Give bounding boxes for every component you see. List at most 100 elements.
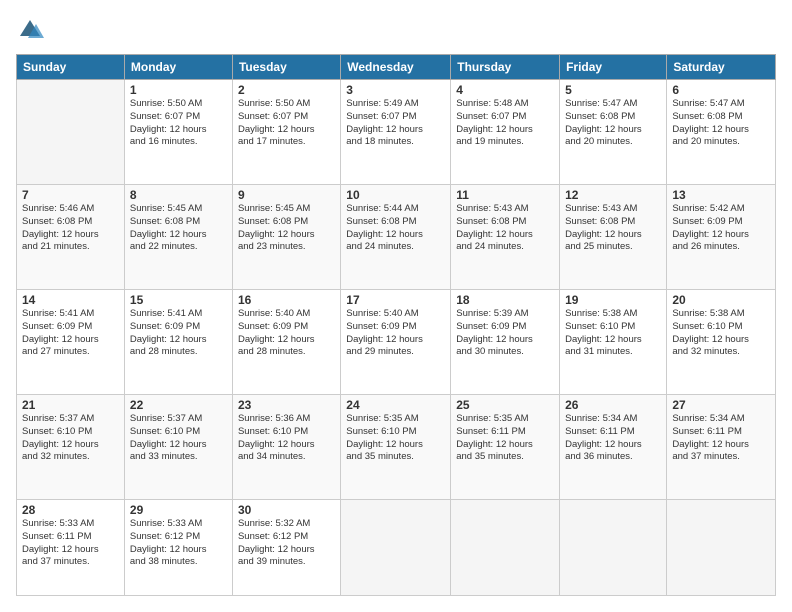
day-number: 27: [672, 398, 770, 412]
calendar-cell: [667, 499, 776, 595]
day-number: 29: [130, 503, 227, 517]
day-info: Sunrise: 5:41 AM Sunset: 6:09 PM Dayligh…: [22, 308, 119, 359]
calendar-cell: 20Sunrise: 5:38 AM Sunset: 6:10 PM Dayli…: [667, 289, 776, 394]
day-info: Sunrise: 5:45 AM Sunset: 6:08 PM Dayligh…: [130, 203, 227, 254]
calendar-cell: 17Sunrise: 5:40 AM Sunset: 6:09 PM Dayli…: [341, 289, 451, 394]
day-number: 22: [130, 398, 227, 412]
calendar-cell: [17, 80, 125, 185]
day-number: 25: [456, 398, 554, 412]
day-number: 24: [346, 398, 445, 412]
weekday-tuesday: Tuesday: [232, 55, 340, 80]
calendar-cell: 13Sunrise: 5:42 AM Sunset: 6:09 PM Dayli…: [667, 184, 776, 289]
day-number: 14: [22, 293, 119, 307]
day-info: Sunrise: 5:32 AM Sunset: 6:12 PM Dayligh…: [238, 518, 335, 569]
calendar-cell: 22Sunrise: 5:37 AM Sunset: 6:10 PM Dayli…: [124, 394, 232, 499]
header: [16, 16, 776, 44]
calendar-table: SundayMondayTuesdayWednesdayThursdayFrid…: [16, 54, 776, 596]
day-number: 19: [565, 293, 661, 307]
day-info: Sunrise: 5:35 AM Sunset: 6:11 PM Dayligh…: [456, 413, 554, 464]
day-info: Sunrise: 5:47 AM Sunset: 6:08 PM Dayligh…: [565, 98, 661, 149]
calendar-cell: 15Sunrise: 5:41 AM Sunset: 6:09 PM Dayli…: [124, 289, 232, 394]
day-number: 4: [456, 83, 554, 97]
day-info: Sunrise: 5:48 AM Sunset: 6:07 PM Dayligh…: [456, 98, 554, 149]
logo: [16, 16, 48, 44]
weekday-friday: Friday: [560, 55, 667, 80]
calendar-cell: 25Sunrise: 5:35 AM Sunset: 6:11 PM Dayli…: [451, 394, 560, 499]
day-info: Sunrise: 5:50 AM Sunset: 6:07 PM Dayligh…: [130, 98, 227, 149]
day-info: Sunrise: 5:39 AM Sunset: 6:09 PM Dayligh…: [456, 308, 554, 359]
day-number: 20: [672, 293, 770, 307]
calendar-cell: 8Sunrise: 5:45 AM Sunset: 6:08 PM Daylig…: [124, 184, 232, 289]
day-number: 17: [346, 293, 445, 307]
day-number: 11: [456, 188, 554, 202]
day-info: Sunrise: 5:36 AM Sunset: 6:10 PM Dayligh…: [238, 413, 335, 464]
day-info: Sunrise: 5:41 AM Sunset: 6:09 PM Dayligh…: [130, 308, 227, 359]
day-info: Sunrise: 5:50 AM Sunset: 6:07 PM Dayligh…: [238, 98, 335, 149]
day-info: Sunrise: 5:45 AM Sunset: 6:08 PM Dayligh…: [238, 203, 335, 254]
day-number: 18: [456, 293, 554, 307]
day-info: Sunrise: 5:37 AM Sunset: 6:10 PM Dayligh…: [130, 413, 227, 464]
day-info: Sunrise: 5:38 AM Sunset: 6:10 PM Dayligh…: [565, 308, 661, 359]
calendar-cell: 28Sunrise: 5:33 AM Sunset: 6:11 PM Dayli…: [17, 499, 125, 595]
weekday-saturday: Saturday: [667, 55, 776, 80]
day-info: Sunrise: 5:35 AM Sunset: 6:10 PM Dayligh…: [346, 413, 445, 464]
calendar-cell: 21Sunrise: 5:37 AM Sunset: 6:10 PM Dayli…: [17, 394, 125, 499]
calendar-cell: 18Sunrise: 5:39 AM Sunset: 6:09 PM Dayli…: [451, 289, 560, 394]
calendar-cell: 1Sunrise: 5:50 AM Sunset: 6:07 PM Daylig…: [124, 80, 232, 185]
logo-icon: [16, 16, 44, 44]
day-info: Sunrise: 5:46 AM Sunset: 6:08 PM Dayligh…: [22, 203, 119, 254]
week-row-4: 21Sunrise: 5:37 AM Sunset: 6:10 PM Dayli…: [17, 394, 776, 499]
day-number: 5: [565, 83, 661, 97]
calendar-cell: 3Sunrise: 5:49 AM Sunset: 6:07 PM Daylig…: [341, 80, 451, 185]
weekday-monday: Monday: [124, 55, 232, 80]
day-number: 23: [238, 398, 335, 412]
week-row-3: 14Sunrise: 5:41 AM Sunset: 6:09 PM Dayli…: [17, 289, 776, 394]
day-info: Sunrise: 5:34 AM Sunset: 6:11 PM Dayligh…: [672, 413, 770, 464]
day-info: Sunrise: 5:40 AM Sunset: 6:09 PM Dayligh…: [238, 308, 335, 359]
calendar-cell: 2Sunrise: 5:50 AM Sunset: 6:07 PM Daylig…: [232, 80, 340, 185]
weekday-wednesday: Wednesday: [341, 55, 451, 80]
calendar-cell: 19Sunrise: 5:38 AM Sunset: 6:10 PM Dayli…: [560, 289, 667, 394]
day-number: 28: [22, 503, 119, 517]
day-number: 12: [565, 188, 661, 202]
calendar-cell: 14Sunrise: 5:41 AM Sunset: 6:09 PM Dayli…: [17, 289, 125, 394]
calendar-cell: 24Sunrise: 5:35 AM Sunset: 6:10 PM Dayli…: [341, 394, 451, 499]
calendar-cell: 23Sunrise: 5:36 AM Sunset: 6:10 PM Dayli…: [232, 394, 340, 499]
day-number: 6: [672, 83, 770, 97]
day-number: 3: [346, 83, 445, 97]
day-info: Sunrise: 5:34 AM Sunset: 6:11 PM Dayligh…: [565, 413, 661, 464]
calendar-cell: 12Sunrise: 5:43 AM Sunset: 6:08 PM Dayli…: [560, 184, 667, 289]
day-number: 2: [238, 83, 335, 97]
day-info: Sunrise: 5:38 AM Sunset: 6:10 PM Dayligh…: [672, 308, 770, 359]
day-number: 15: [130, 293, 227, 307]
day-info: Sunrise: 5:43 AM Sunset: 6:08 PM Dayligh…: [565, 203, 661, 254]
calendar-cell: 9Sunrise: 5:45 AM Sunset: 6:08 PM Daylig…: [232, 184, 340, 289]
day-number: 16: [238, 293, 335, 307]
calendar-cell: 11Sunrise: 5:43 AM Sunset: 6:08 PM Dayli…: [451, 184, 560, 289]
calendar-cell: 7Sunrise: 5:46 AM Sunset: 6:08 PM Daylig…: [17, 184, 125, 289]
calendar-cell: 27Sunrise: 5:34 AM Sunset: 6:11 PM Dayli…: [667, 394, 776, 499]
day-number: 26: [565, 398, 661, 412]
calendar-cell: 10Sunrise: 5:44 AM Sunset: 6:08 PM Dayli…: [341, 184, 451, 289]
calendar-cell: [560, 499, 667, 595]
day-info: Sunrise: 5:42 AM Sunset: 6:09 PM Dayligh…: [672, 203, 770, 254]
day-number: 13: [672, 188, 770, 202]
day-info: Sunrise: 5:43 AM Sunset: 6:08 PM Dayligh…: [456, 203, 554, 254]
day-number: 8: [130, 188, 227, 202]
day-info: Sunrise: 5:44 AM Sunset: 6:08 PM Dayligh…: [346, 203, 445, 254]
weekday-thursday: Thursday: [451, 55, 560, 80]
week-row-2: 7Sunrise: 5:46 AM Sunset: 6:08 PM Daylig…: [17, 184, 776, 289]
week-row-1: 1Sunrise: 5:50 AM Sunset: 6:07 PM Daylig…: [17, 80, 776, 185]
weekday-header-row: SundayMondayTuesdayWednesdayThursdayFrid…: [17, 55, 776, 80]
day-info: Sunrise: 5:33 AM Sunset: 6:11 PM Dayligh…: [22, 518, 119, 569]
day-info: Sunrise: 5:33 AM Sunset: 6:12 PM Dayligh…: [130, 518, 227, 569]
day-info: Sunrise: 5:40 AM Sunset: 6:09 PM Dayligh…: [346, 308, 445, 359]
calendar-cell: 4Sunrise: 5:48 AM Sunset: 6:07 PM Daylig…: [451, 80, 560, 185]
weekday-sunday: Sunday: [17, 55, 125, 80]
calendar-cell: 16Sunrise: 5:40 AM Sunset: 6:09 PM Dayli…: [232, 289, 340, 394]
calendar-cell: 29Sunrise: 5:33 AM Sunset: 6:12 PM Dayli…: [124, 499, 232, 595]
day-number: 1: [130, 83, 227, 97]
calendar-cell: 5Sunrise: 5:47 AM Sunset: 6:08 PM Daylig…: [560, 80, 667, 185]
calendar-page: SundayMondayTuesdayWednesdayThursdayFrid…: [0, 0, 792, 612]
calendar-cell: 30Sunrise: 5:32 AM Sunset: 6:12 PM Dayli…: [232, 499, 340, 595]
